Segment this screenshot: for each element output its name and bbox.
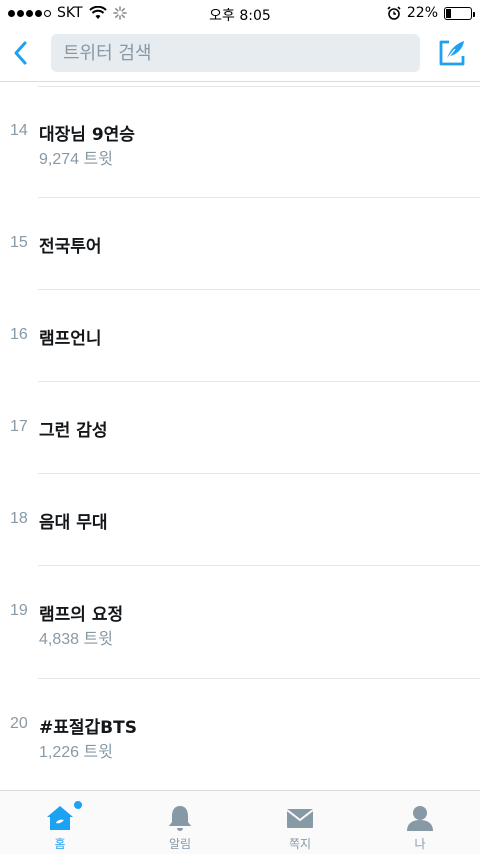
bell-icon [169,806,191,831]
trend-name: 그런 감성 [39,421,108,441]
home-icon [47,806,73,830]
trend-item[interactable]: 20 #표절갑BTS 1,226 트윗 [0,679,480,789]
trend-tweet-count: 1,226 트윗 [39,744,113,761]
chevron-left-icon [14,41,27,65]
trend-item[interactable]: 18 음대 무대 [0,474,480,565]
search-field[interactable] [51,34,420,72]
tab-notifications[interactable]: 알림 [120,791,240,854]
tab-label: 홈 [54,837,66,851]
tab-home[interactable]: 홈 [0,791,120,854]
tab-label: 알림 [168,837,192,851]
status-bar: SKT 오후 8:05 22% [0,0,480,28]
battery-percent: 22% [406,5,438,21]
trend-name: #표절갑BTS [39,718,137,738]
navigation-bar [0,28,480,82]
trend-tweet-count: 9,274 트윗 [39,151,113,168]
trend-item[interactable]: 16 램프언니 [0,290,480,381]
search-input[interactable] [63,42,420,64]
tab-me[interactable]: 나 [360,791,480,854]
trend-rank: 14 [10,122,28,139]
trend-item[interactable]: 14 대장님 9연승 9,274 트윗 [0,87,480,197]
alarm-icon [387,6,401,20]
trend-rank: 20 [10,715,28,732]
trend-rank: 15 [10,234,28,251]
back-button[interactable] [8,36,34,70]
twitter-trends-screen: SKT 오후 8:05 22% 트위터 검색 14 대장님 9연승 9,274 … [0,0,480,854]
trend-name: 램프언니 [39,329,102,349]
trend-name: 램프의 요정 [39,605,124,625]
trend-rank: 18 [10,510,28,527]
trend-item[interactable]: 19 램프의 요정 4,838 트윗 [0,566,480,678]
trend-rank: 19 [10,602,28,619]
trend-rank: 17 [10,418,28,435]
person-icon [407,806,433,831]
trend-name: 전국투어 [39,237,102,257]
trend-tweet-count: 4,838 트윗 [39,631,113,648]
tab-bar: 홈 알림 쪽지 나 [0,790,480,854]
battery-icon [444,6,475,20]
tab-label: 나 [414,837,426,851]
envelope-icon [286,809,314,828]
tab-label: 쪽지 [288,837,312,851]
compose-quill-icon [439,40,465,66]
trend-rank: 16 [10,326,28,343]
trend-item[interactable]: 15 전국투어 [0,198,480,289]
trend-name: 대장님 9연승 [39,125,135,145]
compose-tweet-button[interactable] [436,37,468,69]
trend-item[interactable]: 17 그런 감성 [0,382,480,473]
tab-messages[interactable]: 쪽지 [240,791,360,854]
notification-badge-dot [74,801,82,809]
trend-name: 음대 무대 [39,513,108,533]
